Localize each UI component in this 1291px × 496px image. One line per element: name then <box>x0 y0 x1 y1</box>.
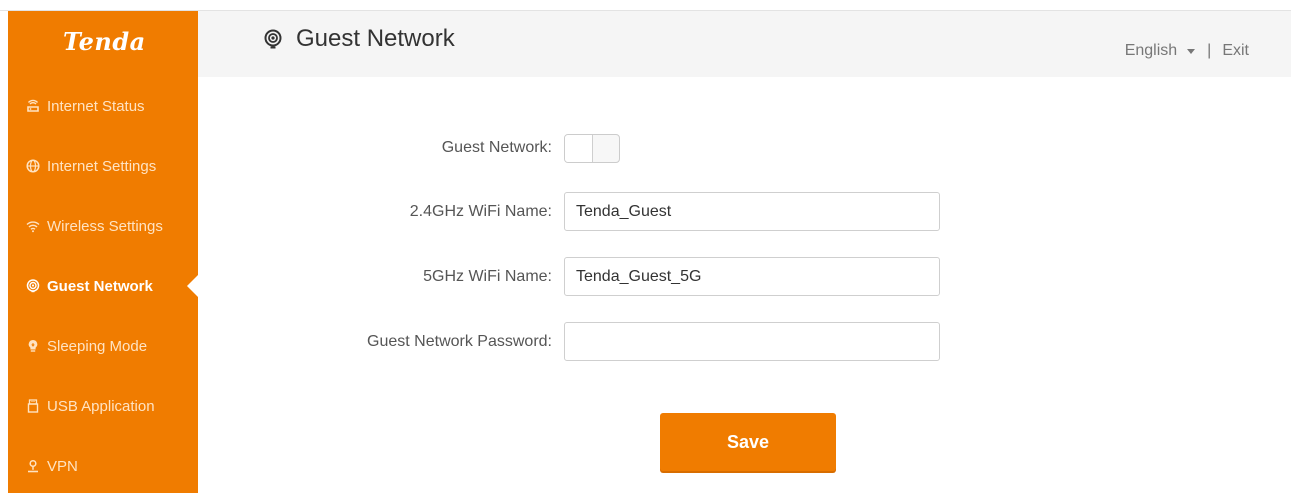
language-bar: English | Exit <box>1125 42 1249 60</box>
globe-icon <box>26 159 40 173</box>
sidebar-item-label: USB Application <box>47 397 155 415</box>
chevron-down-icon <box>1187 48 1196 54</box>
wifi-icon <box>26 219 40 233</box>
usb-icon <box>26 399 40 413</box>
guest-wifi-icon <box>26 279 40 293</box>
router-admin-page: Tenda Internet Status Internet Settings … <box>0 0 1291 493</box>
sidebar-item-guest-network[interactable]: Guest Network <box>8 256 198 316</box>
sidebar-item-internet-settings[interactable]: Internet Settings <box>8 136 198 196</box>
guest-wifi-icon <box>262 28 284 50</box>
active-pointer <box>187 275 198 297</box>
wifi-5ghz-name-input[interactable] <box>564 257 940 296</box>
sidebar-item-internet-status[interactable]: Internet Status <box>8 76 198 136</box>
sidebar-item-vpn[interactable]: VPN <box>8 436 198 496</box>
sidebar-item-label: VPN <box>47 457 78 475</box>
wifi-24ghz-name-label: 2.4GHz WiFi Name: <box>409 203 552 220</box>
sidebar-item-label: Wireless Settings <box>47 217 163 235</box>
save-button[interactable]: Save <box>660 413 836 471</box>
header-separator: | <box>1207 42 1212 59</box>
wifi-5ghz-name-label: 5GHz WiFi Name: <box>423 268 552 285</box>
sidebar-item-label: Internet Settings <box>47 157 157 175</box>
tenda-logo: Tenda <box>63 27 146 56</box>
sidebar-item-sleeping-mode[interactable]: Sleeping Mode <box>8 316 198 376</box>
language-select[interactable]: English <box>1124 42 1196 60</box>
wifi-24ghz-name-input[interactable] <box>564 192 940 231</box>
sidebar-item-label: Sleeping Mode <box>47 337 148 355</box>
guest-password-input[interactable] <box>564 322 940 361</box>
router-icon <box>26 99 40 113</box>
vpn-icon <box>26 459 40 473</box>
bulb-icon <box>26 339 40 353</box>
toggle-knob <box>565 135 593 162</box>
guest-password-label: Guest Network Password: <box>367 333 552 350</box>
sidebar: Tenda Internet Status Internet Settings … <box>8 11 198 493</box>
page-title-text: Guest Network <box>296 25 455 52</box>
sidebar-item-usb-application[interactable]: USB Application <box>8 376 198 436</box>
guest-network-toggle[interactable] <box>564 134 620 163</box>
guest-network-label: Guest Network: <box>441 139 552 156</box>
sidebar-item-wireless-settings[interactable]: Wireless Settings <box>8 196 198 256</box>
exit-link[interactable]: Exit <box>1222 42 1249 60</box>
sidebar-item-label: Guest Network <box>47 277 153 295</box>
page-header: Guest Network English | Exit <box>198 11 1291 77</box>
page-title: Guest Network <box>262 25 455 53</box>
sidebar-item-label: Internet Status <box>47 97 145 115</box>
language-label: English <box>1124 42 1178 59</box>
